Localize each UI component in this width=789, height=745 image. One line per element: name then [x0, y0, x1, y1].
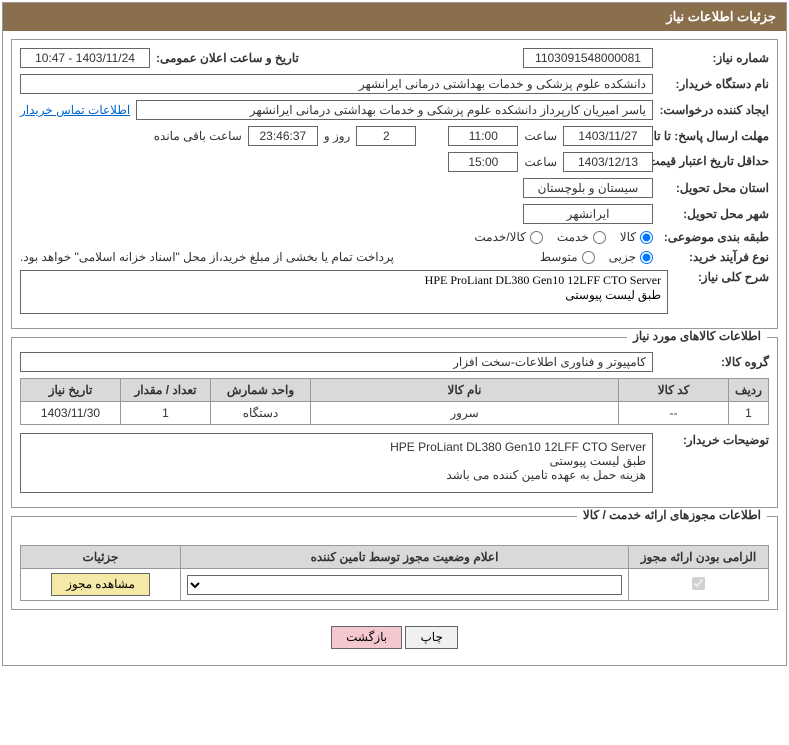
- remaining-label: ساعت باقی مانده: [154, 129, 242, 143]
- permits-section: اطلاعات مجوزهای ارائه خدمت / کالا الزامی…: [11, 516, 778, 610]
- announce-value: 1403/11/24 - 10:47: [20, 48, 150, 68]
- creator-label: ایجاد کننده درخواست:: [659, 103, 769, 117]
- need-number-label: شماره نیاز:: [659, 51, 769, 65]
- permit-status-cell: [181, 569, 629, 601]
- reply-deadline-date: 1403/11/27: [563, 126, 653, 146]
- col-code: کد کالا: [619, 379, 729, 402]
- row-buyer: نام دستگاه خریدار: دانشکده علوم پزشکی و …: [20, 74, 769, 94]
- goods-table-header-row: ردیف کد کالا نام کالا واحد شمارش تعداد /…: [21, 379, 769, 402]
- row-buyer-notes: توضیحات خریدار: HPE ProLiant DL380 Gen10…: [20, 433, 769, 493]
- cell-name: سرور: [311, 402, 619, 425]
- radio-both[interactable]: کالا/خدمت: [474, 230, 542, 244]
- radio-both-input[interactable]: [530, 231, 543, 244]
- goods-group-label: گروه کالا:: [659, 355, 769, 369]
- cell-code: --: [619, 402, 729, 425]
- radio-goods-input[interactable]: [640, 231, 653, 244]
- row-creator: ایجاد کننده درخواست: یاسر امیریان کارپرد…: [20, 100, 769, 120]
- days-and-label: روز و: [324, 129, 351, 143]
- validity-date: 1403/12/13: [563, 152, 653, 172]
- need-number-value: 1103091548000081: [523, 48, 653, 68]
- view-permit-button[interactable]: مشاهده مجوز: [51, 573, 150, 596]
- permits-section-title: اطلاعات مجوزهای ارائه خدمت / کالا: [577, 508, 767, 522]
- announce-label: تاریخ و ساعت اعلان عمومی:: [156, 51, 299, 65]
- col-qty: تعداد / مقدار: [121, 379, 211, 402]
- radio-medium[interactable]: متوسط: [540, 250, 595, 264]
- footer-buttons: چاپ بازگشت: [11, 618, 778, 657]
- creator-value: یاسر امیریان کارپرداز دانشکده علوم پزشکی…: [136, 100, 653, 120]
- col-unit: واحد شمارش: [211, 379, 311, 402]
- permit-row: مشاهده مجوز: [21, 569, 769, 601]
- permits-header-row: الزامی بودن ارائه مجوز اعلام وضعیت مجوز …: [21, 546, 769, 569]
- cell-unit: دستگاه: [211, 402, 311, 425]
- permit-mandatory-cell: [629, 569, 769, 601]
- description-label: شرح کلی نیاز:: [674, 270, 769, 284]
- radio-minor-input[interactable]: [640, 251, 653, 264]
- goods-table: ردیف کد کالا نام کالا واحد شمارش تعداد /…: [20, 378, 769, 425]
- buyer-value: دانشکده علوم پزشکی و خدمات بهداشتی درمان…: [20, 74, 653, 94]
- validity-time: 15:00: [448, 152, 518, 172]
- request-info-section: شماره نیاز: 1103091548000081 تاریخ و ساع…: [11, 39, 778, 329]
- goods-section-title: اطلاعات کالاهای مورد نیاز: [627, 329, 767, 343]
- radio-medium-input[interactable]: [582, 251, 595, 264]
- row-category: طبقه بندی موضوعی: کالا خدمت کالا/خدمت: [20, 230, 769, 244]
- row-number: شماره نیاز: 1103091548000081 تاریخ و ساع…: [20, 48, 769, 68]
- city-label: شهر محل تحویل:: [659, 207, 769, 221]
- print-button[interactable]: چاپ: [405, 626, 457, 649]
- buyer-notes-label: توضیحات خریدار:: [659, 433, 769, 447]
- cell-row: 1: [729, 402, 769, 425]
- cell-date: 1403/11/30: [21, 402, 121, 425]
- reply-deadline-label: مهلت ارسال پاسخ: تا تاریخ:: [659, 129, 769, 143]
- radio-service[interactable]: خدمت: [557, 230, 606, 244]
- time-label-1: ساعت: [524, 129, 557, 143]
- col-mandatory: الزامی بودن ارائه مجوز: [629, 546, 769, 569]
- category-radio-group: کالا خدمت کالا/خدمت: [474, 230, 653, 244]
- countdown-value: 23:46:37: [248, 126, 318, 146]
- row-description: شرح کلی نیاز:: [20, 270, 769, 314]
- col-status: اعلام وضعیت مجوز توسط تامین کننده: [181, 546, 629, 569]
- row-city: شهر محل تحویل: ایرانشهر: [20, 204, 769, 224]
- reply-deadline-time: 11:00: [448, 126, 518, 146]
- province-label: استان محل تحویل:: [659, 181, 769, 195]
- goods-section: اطلاعات کالاهای مورد نیاز گروه کالا: کام…: [11, 337, 778, 508]
- main-container: جزئیات اطلاعات نیاز شماره نیاز: 11030915…: [2, 2, 787, 666]
- radio-service-input[interactable]: [593, 231, 606, 244]
- purchase-type-radio-group: جزیی متوسط: [540, 250, 653, 264]
- content-area: شماره نیاز: 1103091548000081 تاریخ و ساع…: [3, 31, 786, 665]
- row-purchase-type: نوع فرآیند خرید: جزیی متوسط پرداخت تمام …: [20, 250, 769, 264]
- category-label: طبقه بندی موضوعی:: [659, 230, 769, 244]
- radio-goods[interactable]: کالا: [620, 230, 653, 244]
- city-value: ایرانشهر: [523, 204, 653, 224]
- table-row: 1 -- سرور دستگاه 1 1403/11/30: [21, 402, 769, 425]
- time-label-2: ساعت: [524, 155, 557, 169]
- permit-status-select[interactable]: [187, 575, 622, 595]
- cell-qty: 1: [121, 402, 211, 425]
- goods-group-value: کامپیوتر و فناوری اطلاعات-سخت افزار: [20, 352, 653, 372]
- page-title: جزئیات اطلاعات نیاز: [666, 9, 776, 24]
- days-remaining: 2: [356, 126, 416, 146]
- permit-details-cell: مشاهده مجوز: [21, 569, 181, 601]
- col-details: جزئیات: [21, 546, 181, 569]
- row-province: استان محل تحویل: سیستان و بلوچستان: [20, 178, 769, 198]
- col-date: تاریخ نیاز: [21, 379, 121, 402]
- col-row: ردیف: [729, 379, 769, 402]
- permits-table: الزامی بودن ارائه مجوز اعلام وضعیت مجوز …: [20, 545, 769, 601]
- purchase-type-label: نوع فرآیند خرید:: [659, 250, 769, 264]
- col-name: نام کالا: [311, 379, 619, 402]
- buyer-label: نام دستگاه خریدار:: [659, 77, 769, 91]
- page-title-bar: جزئیات اطلاعات نیاز: [3, 3, 786, 31]
- row-validity: حداقل تاریخ اعتبار قیمت: تا تاریخ: 1403/…: [20, 152, 769, 172]
- permit-mandatory-checkbox: [692, 577, 705, 590]
- province-value: سیستان و بلوچستان: [523, 178, 653, 198]
- buyer-contact-link[interactable]: اطلاعات تماس خریدار: [20, 103, 130, 117]
- back-button[interactable]: بازگشت: [331, 626, 402, 649]
- row-reply-deadline: مهلت ارسال پاسخ: تا تاریخ: 1403/11/27 سا…: [20, 126, 769, 146]
- validity-label: حداقل تاریخ اعتبار قیمت: تا تاریخ:: [659, 154, 769, 170]
- row-goods-group: گروه کالا: کامپیوتر و فناوری اطلاعات-سخت…: [20, 352, 769, 372]
- payment-note: پرداخت تمام یا بخشی از مبلغ خرید،از محل …: [20, 250, 534, 264]
- buyer-notes-box: HPE ProLiant DL380 Gen10 12LFF CTO Serve…: [20, 433, 653, 493]
- description-textarea[interactable]: [20, 270, 668, 314]
- radio-minor[interactable]: جزیی: [609, 250, 653, 264]
